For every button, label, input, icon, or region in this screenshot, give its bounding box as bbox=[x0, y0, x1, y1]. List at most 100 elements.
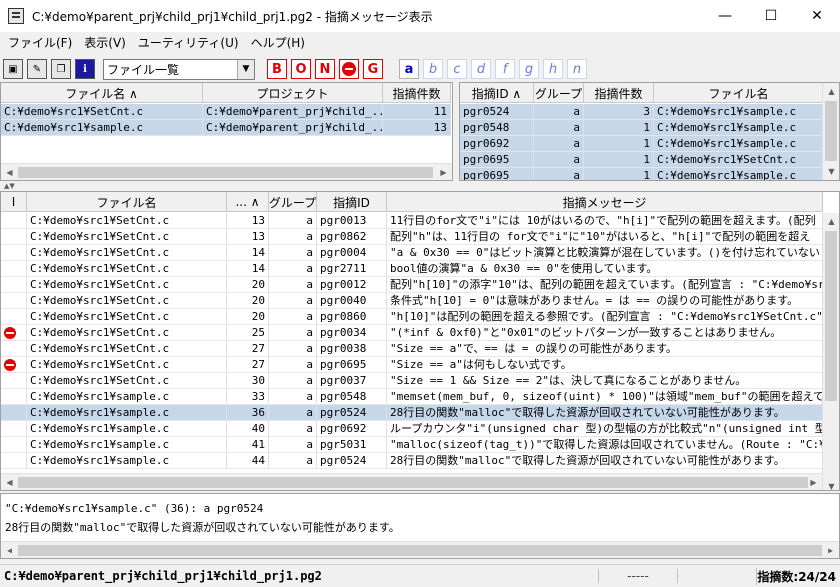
table-row[interactable]: C:¥demo¥src1¥SetCnt.c 20 a pgr0860 "h[10]"は配… bbox=[1, 309, 823, 325]
filter-g-lower-button[interactable]: g bbox=[519, 59, 539, 79]
table-row[interactable]: C:¥demo¥src1¥SetCnt.c 20 a pgr0012 配列"h[10]"… bbox=[1, 277, 823, 293]
table-row[interactable]: C:¥demo¥src1¥SetCnt.c 14 a pgr2711 bool値の演算"… bbox=[1, 261, 823, 277]
maximize-button[interactable]: ☐ bbox=[748, 0, 794, 32]
scroll-up-icon[interactable]: ▲ bbox=[823, 213, 839, 230]
table-row[interactable]: pgr0692 a 1 C:¥demo¥src1¥sample.c bbox=[460, 136, 824, 152]
table-row[interactable]: C:¥demo¥src1¥sample.c 36 a pgr0524 28行目の関数"m… bbox=[1, 405, 823, 421]
detail-hscroll[interactable]: ◀ ▶ bbox=[1, 541, 839, 558]
col-icon[interactable]: I bbox=[1, 192, 27, 212]
status-middle: ----- bbox=[598, 569, 678, 583]
save-icon[interactable]: ▣ bbox=[3, 59, 23, 79]
table-row[interactable]: C:¥demo¥src1¥SetCnt.c 25 a pgr0034 "(*inf & … bbox=[1, 325, 823, 341]
ids-vscroll[interactable]: ▲ ▼ bbox=[822, 83, 839, 180]
col-file-name[interactable]: ファイル名 bbox=[27, 192, 227, 212]
filter-h-button[interactable]: h bbox=[543, 59, 563, 79]
col-group[interactable]: グループ bbox=[269, 192, 317, 212]
col-project[interactable]: プロジェクト bbox=[203, 83, 383, 103]
cell-id: pgr0013 bbox=[317, 213, 387, 229]
scroll-thumb[interactable] bbox=[18, 167, 433, 178]
table-row[interactable]: C:¥demo¥src1¥sample.c C:¥demo¥parent_prj… bbox=[1, 120, 451, 136]
table-row[interactable]: C:¥demo¥src1¥sample.c 44 a pgr0524 28行目の関数"m… bbox=[1, 453, 823, 469]
scroll-thumb[interactable] bbox=[825, 231, 837, 401]
filter-f-button[interactable]: f bbox=[495, 59, 515, 79]
cell-line: 25 bbox=[227, 325, 269, 341]
horizontal-splitter[interactable]: ▲▼ bbox=[0, 181, 840, 191]
scroll-left-icon[interactable]: ◀ bbox=[1, 474, 18, 490]
cell-msg: 配列"h[10]"の添字"10"は、配列の範囲を超えています。(配列宣言 : "… bbox=[387, 277, 823, 293]
scroll-right-icon[interactable]: ▶ bbox=[822, 542, 839, 559]
table-row[interactable]: C:¥demo¥src1¥sample.c 41 a pgr5031 "malloc(s… bbox=[1, 437, 823, 453]
scroll-right-icon[interactable]: ▶ bbox=[805, 474, 822, 490]
table-row[interactable]: C:¥demo¥src1¥SetCnt.c 20 a pgr0040 条件式"h[10]… bbox=[1, 293, 823, 309]
edit-icon[interactable]: ✎ bbox=[27, 59, 47, 79]
table-row[interactable]: pgr0548 a 1 C:¥demo¥src1¥sample.c bbox=[460, 120, 824, 136]
col-id[interactable]: 指摘ID bbox=[317, 192, 387, 212]
filter-c-button[interactable]: c bbox=[447, 59, 467, 79]
messages-hscroll[interactable]: ◀ ▶ bbox=[1, 473, 822, 490]
table-row[interactable]: C:¥demo¥src1¥SetCnt.c 30 a pgr0037 "Size == … bbox=[1, 373, 823, 389]
splitter-handle-icon: ▲▼ bbox=[4, 182, 15, 190]
table-row[interactable]: pgr0695 a 1 C:¥demo¥src1¥SetCnt.c bbox=[460, 152, 824, 168]
table-row[interactable]: C:¥demo¥src1¥sample.c 33 a pgr0548 "memset(m… bbox=[1, 389, 823, 405]
close-button[interactable]: ✕ bbox=[794, 0, 840, 32]
info-icon[interactable]: i bbox=[75, 59, 95, 79]
table-row[interactable]: C:¥demo¥src1¥SetCnt.c 13 a pgr0862 配列"h"は、11… bbox=[1, 229, 823, 245]
col-count[interactable]: 指摘件数 bbox=[584, 83, 654, 103]
filter-n-button[interactable]: N bbox=[315, 59, 335, 79]
status-path: C:¥demo¥parent_prj¥child_prj1¥child_prj1… bbox=[4, 569, 322, 583]
table-row[interactable]: pgr0695 a 1 C:¥demo¥src1¥sample.c bbox=[460, 168, 824, 180]
filter-n-lower-button[interactable]: n bbox=[567, 59, 587, 79]
filter-a-button[interactable]: a bbox=[399, 59, 419, 79]
scroll-up-icon[interactable]: ▲ bbox=[823, 83, 839, 100]
col-file-name[interactable]: ファイル名 ∧ bbox=[1, 83, 203, 103]
table-row[interactable]: C:¥demo¥src1¥SetCnt.c 27 a pgr0695 "Size == … bbox=[1, 357, 823, 373]
menu-view[interactable]: 表示(V) bbox=[78, 34, 132, 51]
scroll-right-icon[interactable]: ▶ bbox=[435, 164, 452, 180]
cell-file: C:¥demo¥src1¥sample.c bbox=[27, 389, 227, 405]
table-row[interactable]: C:¥demo¥src1¥SetCnt.c 14 a pgr0004 "a & 0x30… bbox=[1, 245, 823, 261]
scroll-left-icon[interactable]: ◀ bbox=[1, 542, 18, 559]
col-group[interactable]: グループ bbox=[534, 83, 584, 103]
col-message[interactable]: 指摘メッセージ bbox=[387, 192, 823, 212]
files-hscroll[interactable]: ◀ ▶ bbox=[1, 163, 452, 180]
minimize-button[interactable]: — bbox=[702, 0, 748, 32]
filter-b-button[interactable]: B bbox=[267, 59, 287, 79]
filter-b-lower-button[interactable]: b bbox=[423, 59, 443, 79]
cell-group: a bbox=[269, 453, 317, 469]
chevron-down-icon[interactable]: ▼ bbox=[237, 59, 254, 79]
view-select[interactable]: ファイル一覧 ▼ bbox=[103, 58, 255, 80]
scroll-thumb[interactable] bbox=[825, 101, 837, 161]
col-file-name[interactable]: ファイル名 bbox=[654, 83, 824, 103]
cell-msg: "h[10]"は配列の範囲を超える参照です。(配列宣言 : "C:¥demo¥s… bbox=[387, 309, 823, 325]
row-icon-cell bbox=[1, 453, 27, 469]
table-row[interactable]: C:¥demo¥src1¥SetCnt.c 13 a pgr0013 11行目のfor文… bbox=[1, 213, 823, 229]
files-header: ファイル名 ∧ プロジェクト 指摘件数 bbox=[1, 83, 451, 103]
files-panel: ファイル名 ∧ プロジェクト 指摘件数 C:¥demo¥src1¥SetCnt.… bbox=[0, 82, 453, 181]
scroll-left-icon[interactable]: ◀ bbox=[1, 164, 18, 180]
filter-d-button[interactable]: d bbox=[471, 59, 491, 79]
filter-g-button[interactable]: G bbox=[363, 59, 383, 79]
cell-line: 20 bbox=[227, 277, 269, 293]
table-row[interactable]: C:¥demo¥src1¥sample.c 40 a pgr0692 ループカウンタ"i… bbox=[1, 421, 823, 437]
scroll-thumb[interactable] bbox=[18, 545, 822, 556]
table-row[interactable]: C:¥demo¥src1¥SetCnt.c 27 a pgr0038 "Size == … bbox=[1, 341, 823, 357]
table-row[interactable]: C:¥demo¥src1¥SetCnt.c C:¥demo¥parent_prj… bbox=[1, 104, 451, 120]
filter-error-button[interactable] bbox=[339, 59, 359, 79]
col-id[interactable]: 指摘ID ∧ bbox=[460, 83, 534, 103]
col-line[interactable]: ... ∧ bbox=[227, 192, 269, 212]
filter-o-button[interactable]: O bbox=[291, 59, 311, 79]
cell-group: a bbox=[269, 309, 317, 325]
cell-line: 44 bbox=[227, 453, 269, 469]
cell-id: pgr0012 bbox=[317, 277, 387, 293]
menu-help[interactable]: ヘルプ(H) bbox=[245, 34, 311, 51]
copy-icon[interactable]: ❐ bbox=[51, 59, 71, 79]
scroll-down-icon[interactable]: ▼ bbox=[823, 478, 839, 490]
col-count[interactable]: 指摘件数 bbox=[383, 83, 451, 103]
table-row[interactable]: pgr0524 a 3 C:¥demo¥src1¥sample.c bbox=[460, 104, 824, 120]
menu-utility[interactable]: ユーティリティ(U) bbox=[132, 34, 245, 51]
scroll-down-icon[interactable]: ▼ bbox=[823, 163, 839, 180]
menu-file[interactable]: ファイル(F) bbox=[2, 34, 78, 51]
messages-vscroll[interactable]: ▲ ▼ bbox=[822, 213, 839, 490]
scroll-thumb[interactable] bbox=[18, 477, 808, 488]
cell-line: 13 bbox=[227, 229, 269, 245]
